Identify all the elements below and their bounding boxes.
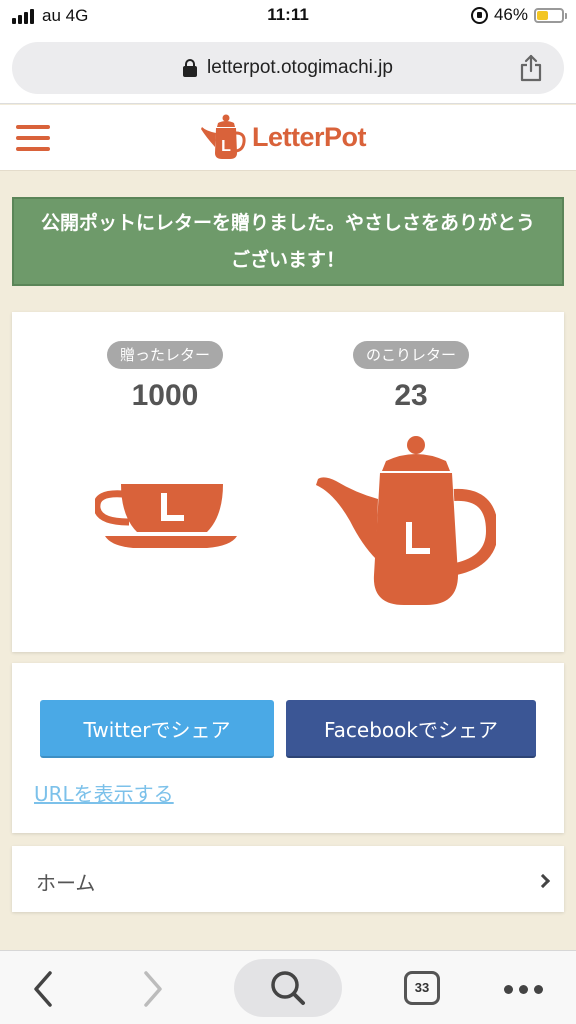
sent-letters-count: 1000: [131, 379, 199, 412]
more-options-icon[interactable]: [504, 985, 543, 994]
battery-percent: 46%: [493, 5, 528, 24]
site-header: L LetterPot: [0, 105, 576, 171]
svg-text:L: L: [221, 138, 231, 155]
logo-pot-icon: L: [201, 114, 246, 159]
tabs-button[interactable]: 33: [404, 971, 440, 1005]
hamburger-menu-icon[interactable]: [16, 125, 50, 151]
home-nav-item[interactable]: ホーム: [12, 846, 564, 912]
back-arrow-icon[interactable]: [30, 969, 60, 1009]
share-icon[interactable]: [518, 54, 544, 82]
battery-fill: [537, 10, 548, 20]
browser-toolbar: 33: [0, 950, 576, 1024]
chevron-right-icon: [535, 873, 551, 889]
logo-text: LetterPot: [252, 121, 367, 152]
letterpot-logo[interactable]: L LetterPot: [200, 113, 367, 161]
status-right: 46%: [470, 5, 567, 25]
search-icon: [271, 971, 305, 1005]
remaining-letters-count: 23: [394, 379, 428, 412]
show-url-link[interactable]: URLを表示する: [34, 778, 174, 807]
search-button[interactable]: [234, 959, 342, 1017]
facebook-share-button[interactable]: Facebookでシェア: [286, 700, 536, 758]
forward-arrow-icon[interactable]: [138, 969, 168, 1009]
status-bar: au 4G 11:11 46%: [0, 0, 576, 32]
letter-stats-card: 贈ったレター 1000 のこりレター 23: [12, 312, 564, 652]
banner-message: 公開ポットにレターを贈りました。やさしさをありがとうございます！: [40, 211, 535, 271]
twitter-share-button[interactable]: Twitterでシェア: [40, 700, 274, 758]
remaining-letters-label: のこりレター: [352, 341, 469, 369]
battery-icon: [534, 7, 567, 23]
url-text: letterpot.otogimachi.jp: [207, 57, 393, 78]
share-card: Twitterでシェア Facebookでシェア URLを表示する: [12, 663, 564, 833]
remaining-letters-stat: のこりレター 23: [341, 341, 481, 413]
browser-address-area: letterpot.otogimachi.jp: [0, 32, 576, 104]
address-bar[interactable]: letterpot.otogimachi.jp: [12, 42, 564, 94]
sent-letters-label: 贈ったレター: [106, 341, 223, 369]
orientation-lock-icon: [470, 6, 488, 24]
lock-icon: [183, 59, 198, 77]
teapot-icon: [316, 436, 496, 605]
thanks-banner: 公開ポットにレターを贈りました。やさしさをありがとうございます！: [12, 197, 564, 286]
home-label: ホーム: [36, 871, 96, 895]
sent-letters-stat: 贈ったレター 1000: [95, 341, 235, 413]
teacup-icon: [95, 484, 237, 548]
